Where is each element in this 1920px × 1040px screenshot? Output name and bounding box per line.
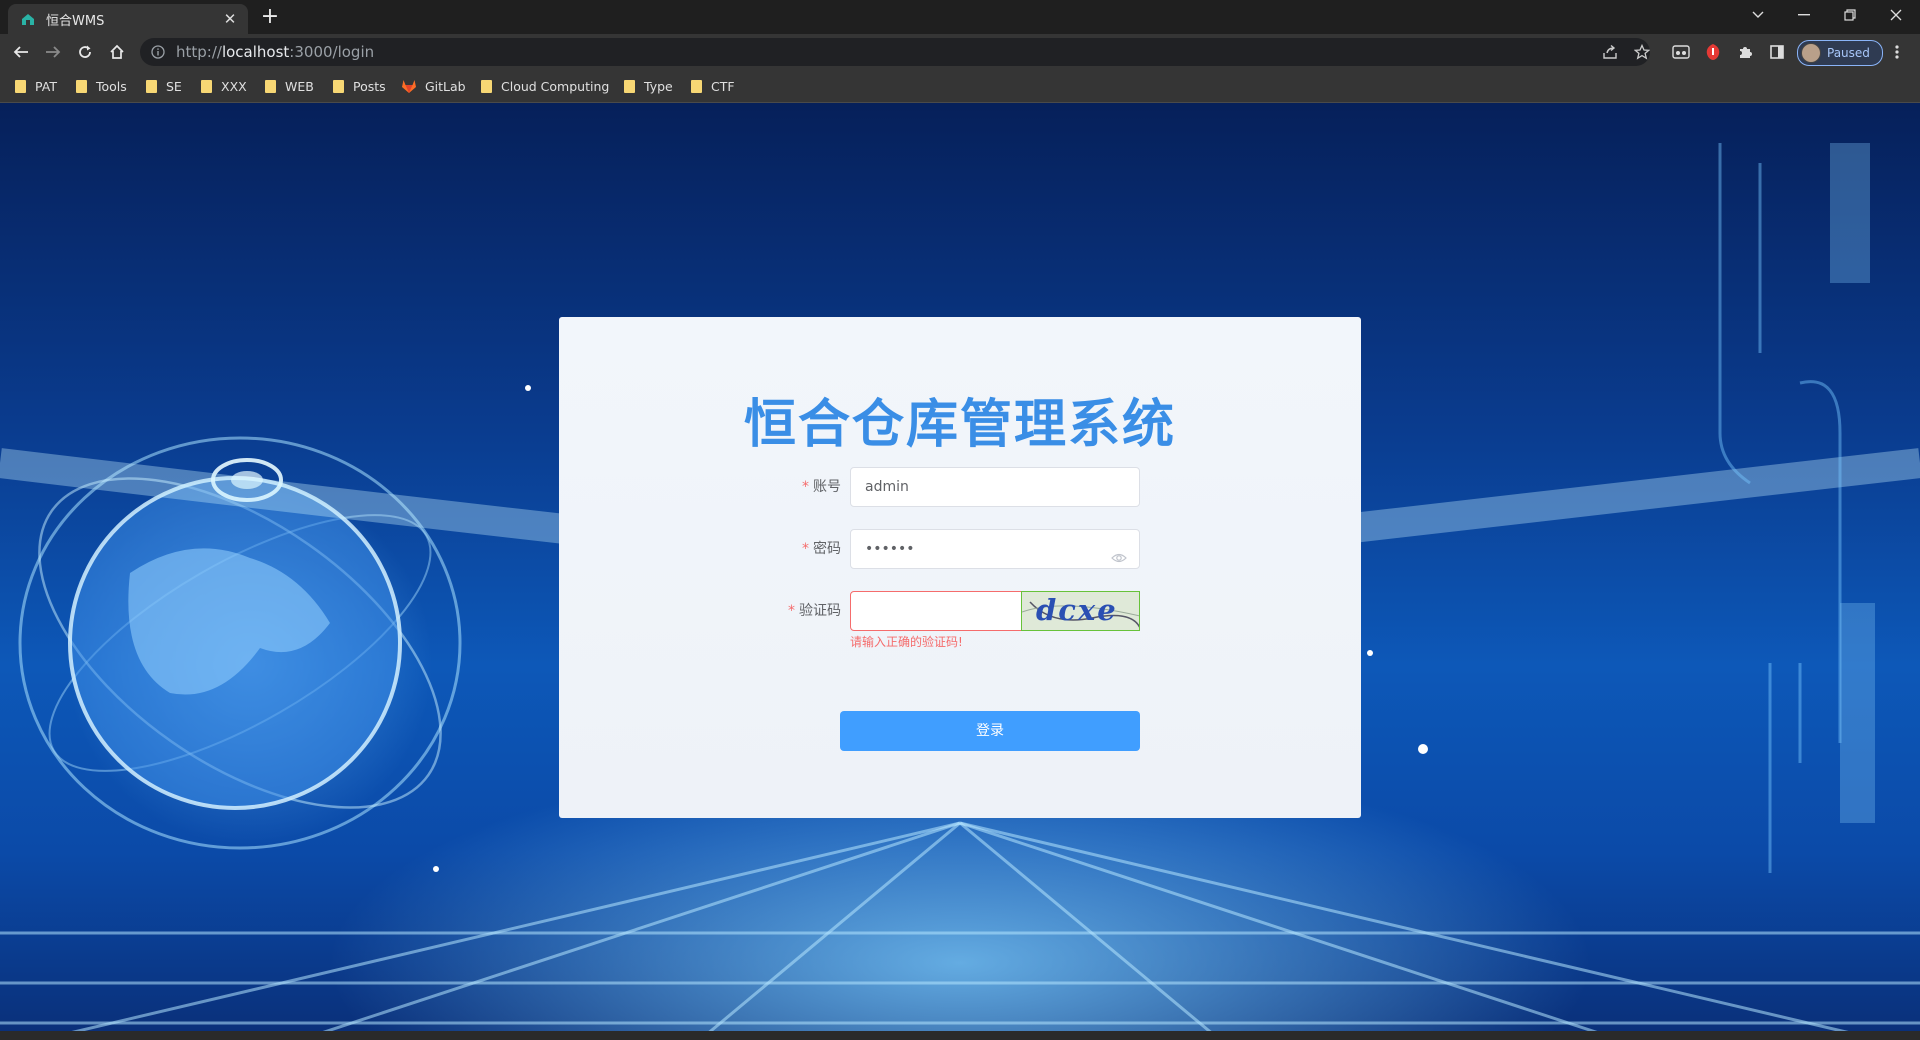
more-menu-icon[interactable] — [1884, 39, 1910, 65]
bookmarks-bar: PAT Tools SE XXX WEB Posts GitLab Cloud … — [0, 70, 1920, 103]
captcha-input[interactable] — [850, 591, 1022, 631]
folder-icon — [76, 79, 87, 93]
bookmark-se[interactable]: SE — [146, 76, 182, 96]
required-mark: * — [788, 603, 795, 619]
url-path: :3000/login — [289, 43, 375, 61]
bookmark-xxx[interactable]: XXX — [201, 76, 247, 96]
bookmark-posts[interactable]: Posts — [333, 76, 386, 96]
bookmark-label: WEB — [285, 78, 314, 94]
forward-arrow-icon[interactable] — [40, 39, 66, 65]
captcha-text: dcxe — [1036, 593, 1118, 627]
tab-title: 恒合WMS — [46, 13, 105, 29]
password-label-text: 密码 — [813, 541, 841, 557]
folder-icon — [333, 79, 344, 93]
browser-tab-strip: 恒合WMS ✕ + — [0, 0, 1920, 34]
bookmark-cloud-computing[interactable]: Cloud Computing — [481, 76, 609, 96]
tab-close-icon[interactable]: ✕ — [220, 9, 240, 29]
new-tab-icon[interactable]: + — [258, 6, 282, 30]
bookmark-label: CTF — [711, 78, 735, 94]
bookmark-label: Cloud Computing — [501, 78, 610, 94]
account-input[interactable]: admin — [850, 467, 1140, 507]
bookmark-pat[interactable]: PAT — [15, 76, 57, 96]
password-label: * 密码 — [802, 529, 841, 569]
bookmark-type[interactable]: Type — [624, 76, 673, 96]
bookmark-label: SE — [166, 78, 182, 94]
profile-status: Paused — [1827, 46, 1870, 60]
folder-icon — [146, 79, 157, 93]
share-icon[interactable] — [1597, 39, 1623, 65]
bookmark-label: Type — [644, 78, 673, 94]
extensions-puzzle-icon[interactable] — [1732, 39, 1758, 65]
captcha-image[interactable]: dcxe — [1021, 591, 1140, 631]
folder-icon — [691, 79, 702, 93]
profile-button[interactable]: Paused — [1797, 40, 1883, 66]
folder-icon — [15, 79, 26, 93]
folder-icon — [265, 79, 276, 93]
restore-icon[interactable] — [1830, 0, 1870, 30]
browser-tab[interactable]: 恒合WMS ✕ — [8, 4, 248, 34]
page-title: 恒合仓库管理系统 — [743, 395, 1176, 455]
bookmark-tools[interactable]: Tools — [76, 76, 127, 96]
account-label-text: 账号 — [813, 479, 841, 495]
tab-search-chevron-icon[interactable] — [1738, 0, 1778, 30]
folder-icon — [201, 79, 212, 93]
browser-toolbar: http://localhost:3000/login Paused — [0, 34, 1920, 70]
captcha-error-message: 请输入正确的验证码! — [850, 635, 963, 649]
captcha-row: * 验证码 dcxe 请输入正确的验证码! — [559, 591, 1361, 649]
reload-icon[interactable] — [72, 39, 98, 65]
account-row: * 账号 admin — [559, 467, 1361, 507]
password-row: * 密码 •••••• — [559, 529, 1361, 569]
url-host: localhost — [221, 43, 290, 61]
bookmark-label: Posts — [353, 78, 386, 94]
required-mark: * — [802, 479, 809, 495]
window-close-icon[interactable] — [1876, 0, 1916, 30]
captcha-label: * 验证码 — [788, 591, 841, 631]
required-mark: * — [802, 541, 809, 557]
extension-red-icon[interactable] — [1700, 39, 1726, 65]
folder-icon — [481, 79, 492, 93]
login-card: 恒合仓库管理系统 * 账号 admin * 密码 •••••• * 验证码 dc… — [559, 317, 1361, 818]
bookmark-web[interactable]: WEB — [265, 76, 314, 96]
bookmark-label: Tools — [96, 78, 127, 94]
back-arrow-icon[interactable] — [8, 39, 34, 65]
login-page-background: 恒合仓库管理系统 * 账号 admin * 密码 •••••• * 验证码 dc… — [0, 103, 1920, 1040]
avatar — [1801, 43, 1821, 63]
login-button[interactable]: 登录 — [840, 711, 1140, 751]
gitlab-icon — [402, 80, 416, 93]
folder-icon — [624, 79, 635, 93]
app-favicon-icon — [20, 11, 36, 27]
bookmark-ctf[interactable]: CTF — [691, 76, 735, 96]
extension-vr-icon[interactable] — [1668, 39, 1694, 65]
account-label: * 账号 — [802, 467, 841, 507]
taskbar-edge — [0, 1031, 1920, 1040]
password-input[interactable]: •••••• — [850, 529, 1140, 569]
side-panel-icon[interactable] — [1764, 39, 1790, 65]
site-info-icon[interactable] — [150, 44, 166, 60]
url-scheme: http:// — [176, 43, 222, 61]
bookmark-label: XXX — [221, 78, 247, 94]
bookmark-star-icon[interactable] — [1629, 39, 1655, 65]
bookmark-label: GitLab — [425, 78, 466, 94]
password-masked-value: •••••• — [865, 541, 915, 557]
home-icon[interactable] — [104, 39, 130, 65]
bookmark-gitlab[interactable]: GitLab — [401, 76, 466, 96]
eye-icon[interactable] — [1111, 542, 1127, 563]
minimize-icon[interactable] — [1784, 0, 1824, 30]
captcha-label-text: 验证码 — [799, 603, 841, 619]
address-bar[interactable]: http://localhost:3000/login — [140, 38, 1650, 66]
bookmark-label: PAT — [35, 78, 57, 94]
